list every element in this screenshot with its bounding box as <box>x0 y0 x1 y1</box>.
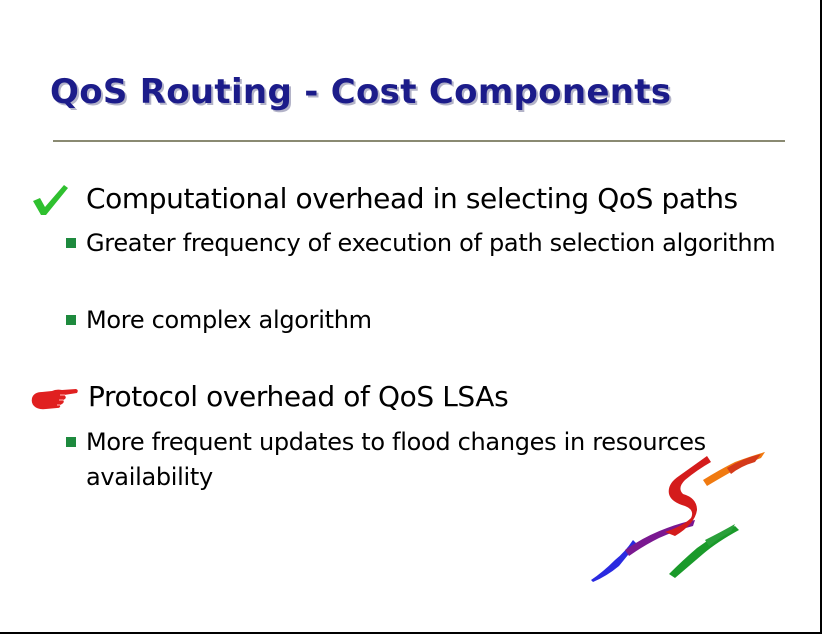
check-icon <box>33 185 68 215</box>
title-divider <box>53 140 785 142</box>
section-1-item-1-text: Greater frequency of execution of path s… <box>86 229 776 257</box>
bullet-square-icon <box>66 238 76 248</box>
bullet-square-icon <box>66 437 76 447</box>
section-1-heading: Computational overhead in selecting QoS … <box>86 182 738 215</box>
pointing-hand-icon <box>31 389 78 410</box>
bullet-square-icon <box>66 315 76 325</box>
section-2-heading: Protocol overhead of QoS LSAs <box>88 380 509 413</box>
section-1-item-1: Greater frequency of execution of path s… <box>66 226 786 261</box>
section-1-item-2-text: More complex algorithm <box>86 306 372 334</box>
slide-title: QoS Routing - Cost Components <box>50 72 672 112</box>
section-1-item-2: More complex algorithm <box>66 303 786 338</box>
slide: QoS Routing - Cost Components Computatio… <box>0 0 822 634</box>
brush-stroke-logo <box>591 452 765 582</box>
